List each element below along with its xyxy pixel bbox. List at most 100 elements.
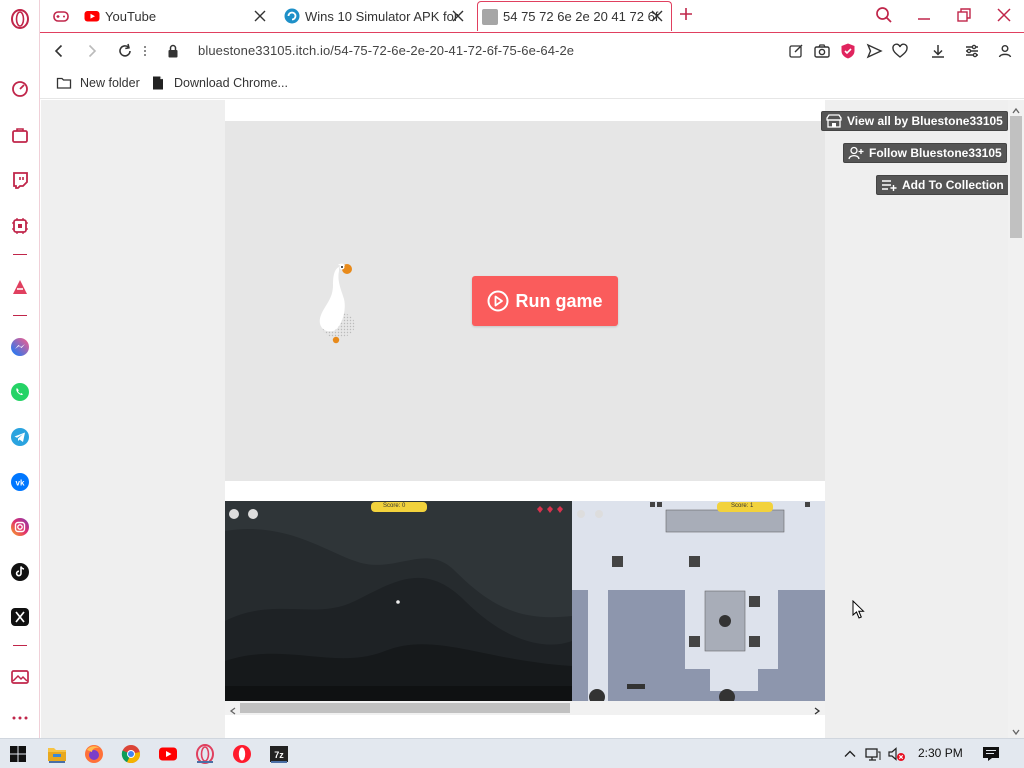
windows-taskbar: 7z 2:30 PM bbox=[0, 738, 1024, 768]
tab-label: 54 75 72 6e 2e 20 41 72 6f bbox=[503, 9, 659, 24]
tab-active-itch-game[interactable]: 54 75 72 6e 2e 20 41 72 6f bbox=[477, 1, 672, 31]
reload-icon[interactable] bbox=[116, 42, 134, 60]
shopping-bag-icon[interactable] bbox=[9, 124, 31, 146]
gallery-icon[interactable] bbox=[9, 666, 31, 688]
snapshot-camera-icon[interactable] bbox=[813, 42, 831, 60]
close-tab-icon[interactable] bbox=[450, 8, 466, 24]
bookmark-label: Download Chrome... bbox=[174, 76, 288, 90]
file-explorer-icon[interactable] bbox=[47, 744, 67, 764]
game-embed-frame[interactable]: Run game bbox=[225, 121, 825, 481]
url-field[interactable]: bluestone33105.itch.io/54-75-72-6e-2e-20… bbox=[198, 43, 574, 58]
show-hidden-icons-chevron-icon[interactable] bbox=[840, 744, 860, 764]
goose-illustration bbox=[319, 263, 355, 344]
add-user-icon bbox=[848, 146, 864, 160]
minimize-window-icon[interactable] bbox=[915, 6, 933, 24]
add-to-collection-button[interactable]: Add To Collection bbox=[876, 175, 1009, 195]
sidebar-divider bbox=[13, 315, 27, 316]
whatsapp-icon[interactable] bbox=[9, 381, 31, 403]
scroll-up-icon[interactable] bbox=[1011, 103, 1021, 114]
7zip-icon[interactable]: 7z bbox=[269, 744, 289, 764]
mouse-cursor-icon bbox=[852, 600, 865, 619]
lock-icon[interactable] bbox=[164, 42, 182, 60]
view-all-label: View all by Bluestone33105 bbox=[847, 114, 1003, 128]
windows-start-icon[interactable] bbox=[8, 744, 28, 764]
tab-youtube[interactable]: YouTube bbox=[84, 1, 274, 31]
send-icon[interactable] bbox=[865, 42, 883, 60]
aria-a-icon[interactable] bbox=[9, 276, 31, 298]
restore-window-icon[interactable] bbox=[955, 6, 973, 24]
notifications-icon[interactable] bbox=[981, 744, 1001, 764]
twitch-icon[interactable] bbox=[9, 169, 31, 191]
gamepad-icon[interactable] bbox=[52, 7, 70, 25]
tab-strip: YouTube Wins 10 Simulator APK for 54 75 … bbox=[40, 0, 1024, 32]
score-label: Score: 1 bbox=[731, 503, 754, 509]
running-indicator bbox=[271, 761, 287, 763]
screenshots-horizontal-scrollbar[interactable] bbox=[225, 701, 825, 715]
more-dots-icon[interactable] bbox=[9, 707, 31, 729]
run-game-button[interactable]: Run game bbox=[472, 276, 618, 326]
address-bar: bluestone33105.itch.io/54-75-72-6e-2e-20… bbox=[40, 32, 1024, 68]
firefox-icon[interactable] bbox=[84, 744, 104, 764]
download-icon[interactable] bbox=[929, 42, 947, 60]
search-tabs-icon[interactable] bbox=[875, 6, 893, 24]
scrollbar-thumb[interactable] bbox=[1010, 116, 1022, 238]
running-indicator bbox=[197, 761, 213, 763]
itch-page-column: Run game Score: 0 Score: 1 bbox=[225, 100, 825, 738]
bookmark-new-folder[interactable]: New folder bbox=[56, 75, 140, 91]
tab-label: Wins 10 Simulator APK for bbox=[305, 8, 459, 24]
blank-page-icon bbox=[482, 8, 498, 25]
tab-wins10-simulator[interactable]: Wins 10 Simulator APK for bbox=[284, 1, 474, 31]
document-icon bbox=[153, 76, 163, 90]
speed-dial-icon[interactable] bbox=[9, 78, 31, 100]
tiktok-icon[interactable] bbox=[9, 561, 31, 583]
instagram-icon[interactable] bbox=[9, 516, 31, 538]
site-info-dots-icon[interactable] bbox=[140, 42, 150, 60]
network-icon[interactable] bbox=[863, 744, 883, 764]
follow-button[interactable]: Follow Bluestone33105 bbox=[843, 143, 1007, 163]
back-icon[interactable] bbox=[50, 42, 68, 60]
volume-muted-icon[interactable] bbox=[887, 744, 907, 764]
new-tab-icon[interactable] bbox=[677, 5, 695, 23]
tab-label: YouTube bbox=[105, 8, 157, 24]
opera-gx-icon[interactable] bbox=[195, 744, 215, 764]
close-tab-icon[interactable] bbox=[649, 8, 665, 24]
opera-icon[interactable] bbox=[232, 744, 252, 764]
heart-bookmark-icon[interactable] bbox=[891, 42, 909, 60]
easy-setup-icon[interactable] bbox=[963, 42, 981, 60]
x-twitter-icon[interactable] bbox=[9, 606, 31, 628]
screenshot-2[interactable]: Score: 1 bbox=[572, 501, 825, 701]
edit-pin-icon[interactable] bbox=[787, 42, 805, 60]
svg-text:7z: 7z bbox=[274, 750, 284, 760]
scroll-right-icon[interactable] bbox=[812, 703, 822, 715]
close-window-icon[interactable] bbox=[995, 6, 1013, 24]
scroll-left-icon[interactable] bbox=[228, 703, 238, 715]
messenger-icon[interactable] bbox=[9, 336, 31, 358]
cave-screenshot-image bbox=[225, 501, 572, 701]
profile-icon[interactable] bbox=[996, 42, 1014, 60]
close-tab-icon[interactable] bbox=[252, 8, 268, 24]
sidebar-divider bbox=[13, 254, 27, 255]
aria-ai-icon[interactable] bbox=[9, 215, 31, 237]
sidebar-divider bbox=[13, 645, 27, 646]
screenshot-1[interactable]: Score: 0 bbox=[225, 501, 572, 701]
page-vertical-scrollbar[interactable] bbox=[1008, 100, 1024, 738]
collection-label: Add To Collection bbox=[902, 178, 1004, 192]
vk-icon[interactable]: vk bbox=[9, 471, 31, 493]
screenshot-strip: Score: 0 Score: 1 bbox=[225, 501, 825, 701]
svg-text:vk: vk bbox=[16, 479, 25, 488]
folder-icon bbox=[56, 77, 72, 89]
youtube-app-icon[interactable] bbox=[158, 744, 178, 764]
view-all-button[interactable]: View all by Bluestone33105 bbox=[821, 111, 1008, 131]
bookmark-download-chrome[interactable]: Download Chrome... bbox=[150, 75, 288, 91]
forward-icon[interactable] bbox=[83, 42, 101, 60]
telegram-icon[interactable] bbox=[9, 426, 31, 448]
play-circle-icon bbox=[487, 290, 509, 312]
castle-screenshot-image bbox=[572, 501, 825, 701]
opera-logo-icon[interactable] bbox=[9, 8, 31, 30]
app-icon bbox=[284, 8, 300, 24]
scroll-down-icon[interactable] bbox=[1011, 724, 1021, 736]
chrome-icon[interactable] bbox=[121, 744, 141, 764]
scrollbar-thumb[interactable] bbox=[240, 703, 570, 713]
ad-blocker-shield-icon[interactable] bbox=[839, 42, 857, 60]
taskbar-clock[interactable]: 2:30 PM bbox=[918, 746, 963, 760]
